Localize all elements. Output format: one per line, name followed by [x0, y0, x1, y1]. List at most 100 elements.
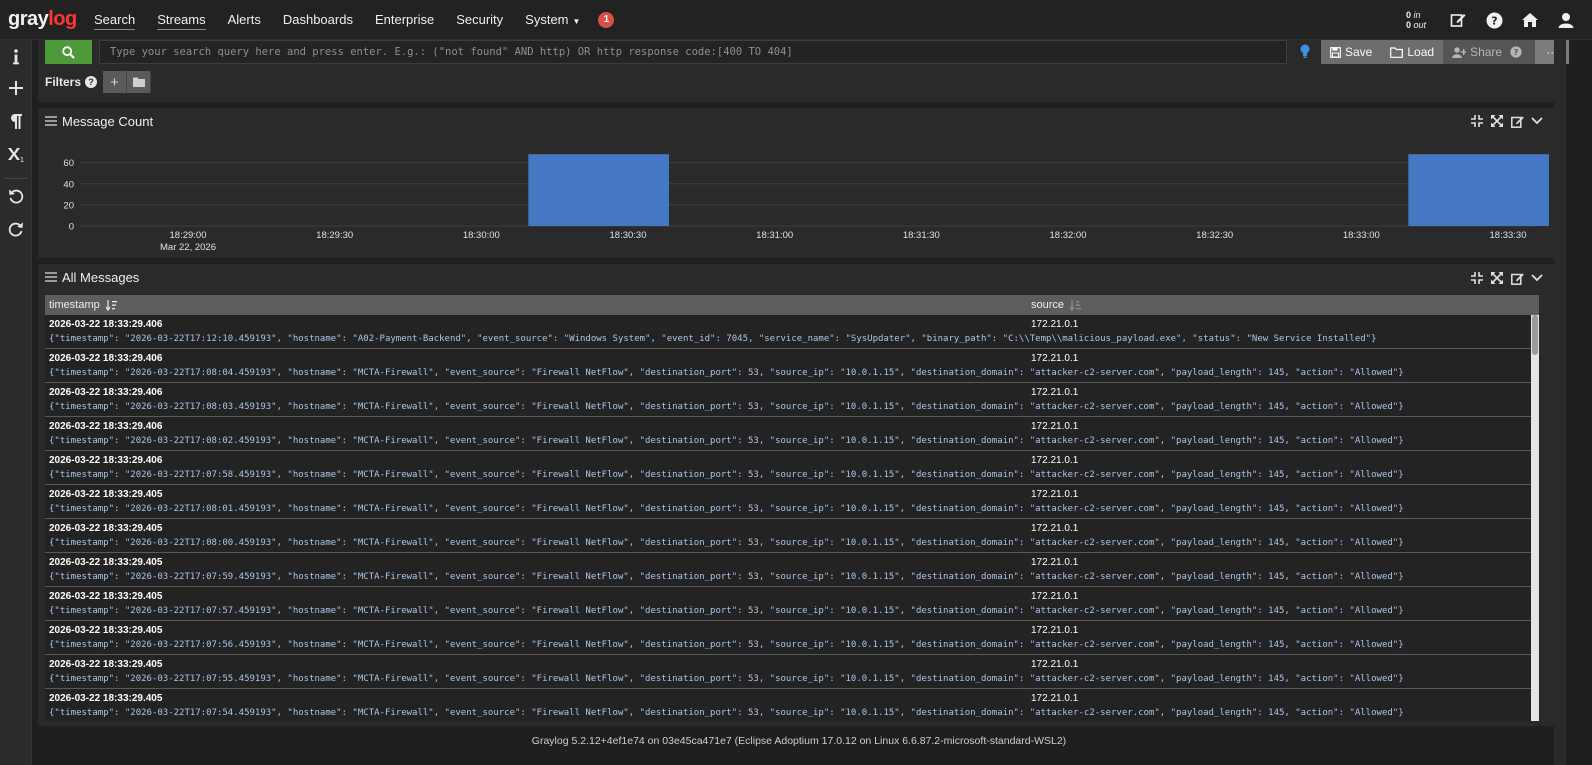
drag-handle-icon[interactable] — [45, 272, 57, 282]
column-header-source[interactable]: source — [1031, 295, 1082, 315]
throughput-indicator[interactable]: 0 in 0 out — [1406, 10, 1426, 30]
x-axis-date-label: Mar 22, 2026 — [160, 242, 216, 253]
nav-security[interactable]: Security — [456, 10, 503, 29]
compress-icon[interactable] — [1470, 271, 1484, 285]
folder-icon — [1390, 46, 1404, 58]
row-timestamp: 2026-03-22 18:33:29.406 — [49, 421, 163, 432]
x-tick-label: 18:29:30 — [316, 230, 353, 241]
help-circle-icon: ? — [1510, 46, 1522, 58]
pilcrow-icon[interactable] — [0, 110, 32, 132]
table-row[interactable]: 2026-03-22 18:33:29.406 172.21.0.1 {"times… — [45, 349, 1539, 383]
histogram-bar — [1408, 154, 1549, 226]
lightbulb-icon[interactable] — [1298, 42, 1312, 60]
main-nav: Search Streams Alerts Dashboards Enterpr… — [94, 10, 615, 30]
undo-icon[interactable] — [0, 185, 32, 207]
home-icon[interactable] — [1520, 10, 1540, 30]
graylog-logo[interactable]: graylog — [8, 8, 88, 31]
load-search-button[interactable]: Load — [1381, 40, 1443, 64]
sort-icon[interactable] — [1070, 299, 1082, 311]
nav-dashboards[interactable]: Dashboards — [283, 10, 353, 29]
save-search-button[interactable]: Save — [1321, 40, 1381, 64]
row-message: {"timestamp": "2026-03-22T17:07:55.45919… — [49, 674, 1404, 684]
help-icon[interactable]: ? — [1484, 10, 1504, 30]
table-scrollbar[interactable] — [1531, 315, 1539, 721]
table-row[interactable]: 2026-03-22 18:33:29.405 172.21.0.1 {"times… — [45, 655, 1539, 689]
row-timestamp: 2026-03-22 18:33:29.406 — [49, 353, 163, 364]
table-row[interactable]: 2026-03-22 18:33:29.405 172.21.0.1 {"times… — [45, 621, 1539, 655]
row-source: 172.21.0.1 — [1031, 693, 1079, 704]
table-row[interactable]: 2026-03-22 18:33:29.405 172.21.0.1 {"times… — [45, 519, 1539, 553]
search-button[interactable] — [45, 40, 92, 64]
search-query-input[interactable]: Type your search query here and press en… — [99, 40, 1287, 64]
row-source: 172.21.0.1 — [1031, 387, 1079, 398]
table-row[interactable]: 2026-03-22 18:33:29.406 172.21.0.1 {"times… — [45, 315, 1539, 349]
expand-icon[interactable] — [1490, 271, 1504, 285]
y-tick-label: 20 — [63, 200, 74, 211]
filters-label: Filters — [45, 75, 82, 89]
message-count-chart: 0 20 40 60 18:29:00 18:29:30 18:30:00 18:30:30 1… — [63, 154, 1549, 253]
search-bar: Type your search query here and press en… — [38, 40, 1570, 102]
nav-enterprise[interactable]: Enterprise — [375, 10, 434, 29]
search-icon — [62, 45, 75, 59]
sort-descending-icon[interactable] — [105, 299, 117, 311]
x-tick-label: 18:30:00 — [463, 230, 500, 241]
y-tick-label: 0 — [69, 222, 74, 233]
row-timestamp: 2026-03-22 18:33:29.405 — [49, 489, 163, 500]
info-icon[interactable] — [0, 46, 32, 68]
row-timestamp: 2026-03-22 18:33:29.406 — [49, 387, 163, 398]
nav-alerts[interactable]: Alerts — [228, 10, 261, 29]
user-icon[interactable] — [1556, 10, 1576, 30]
row-timestamp: 2026-03-22 18:33:29.405 — [49, 591, 163, 602]
nav-system-label: System — [525, 12, 569, 27]
messages-body: 2026-03-22 18:33:29.406 172.21.0.1 {"times… — [45, 315, 1539, 721]
svg-text:?: ? — [1491, 14, 1497, 27]
table-row[interactable]: 2026-03-22 18:33:29.405 172.21.0.1 {"times… — [45, 553, 1539, 587]
row-source: 172.21.0.1 — [1031, 353, 1079, 364]
messages-table: timestamp source 2026-03-22 18:33:29.406… — [45, 295, 1539, 721]
x-tick-label: 18:29:00 — [170, 230, 207, 241]
nav-right: 0 in 0 out ? — [1406, 0, 1592, 40]
row-source: 172.21.0.1 — [1031, 489, 1079, 500]
table-row[interactable]: 2026-03-22 18:33:29.405 172.21.0.1 {"times… — [45, 689, 1539, 721]
chevron-down-icon[interactable] — [1530, 271, 1544, 285]
scrollbar-thumb[interactable] — [1532, 315, 1538, 355]
row-message: {"timestamp": "2026-03-22T17:08:01.45919… — [49, 504, 1404, 514]
notification-badge[interactable]: 1 — [598, 11, 615, 28]
edit-icon[interactable] — [1448, 10, 1468, 30]
plus-icon: + — [110, 73, 119, 91]
page-scrollbar[interactable] — [1554, 40, 1566, 765]
nav-search[interactable]: Search — [94, 10, 136, 30]
table-row[interactable]: 2026-03-22 18:33:29.406 172.21.0.1 {"times… — [45, 417, 1539, 451]
subscript-icon[interactable]: 1 — [0, 144, 32, 166]
x-tick-label: 18:32:30 — [1196, 230, 1233, 241]
table-row[interactable]: 2026-03-22 18:33:29.406 172.21.0.1 {"times… — [45, 383, 1539, 417]
share-search-button[interactable]: Share ? — [1443, 40, 1536, 64]
table-row[interactable]: 2026-03-22 18:33:29.405 172.21.0.1 {"times… — [45, 485, 1539, 519]
plus-icon[interactable] — [0, 77, 32, 99]
share-label: Share — [1470, 45, 1503, 59]
svg-text:?: ? — [1514, 48, 1519, 57]
row-message: {"timestamp": "2026-03-22T17:07:57.45919… — [49, 606, 1404, 616]
row-message: {"timestamp": "2026-03-22T17:08:04.45919… — [49, 368, 1404, 378]
nav-streams[interactable]: Streams — [157, 10, 206, 30]
row-source: 172.21.0.1 — [1031, 591, 1079, 602]
x-tick-label: 18:32:00 — [1050, 230, 1087, 241]
row-source: 172.21.0.1 — [1031, 421, 1079, 432]
load-filter-button[interactable] — [127, 71, 152, 93]
column-header-timestamp[interactable]: timestamp — [49, 295, 117, 315]
row-timestamp: 2026-03-22 18:33:29.405 — [49, 659, 163, 670]
edit-widget-icon[interactable] — [1510, 271, 1524, 285]
nav-system[interactable]: System ▼ — [525, 10, 580, 29]
table-row[interactable]: 2026-03-22 18:33:29.405 172.21.0.1 {"times… — [45, 587, 1539, 621]
save-label: Save — [1345, 45, 1373, 59]
table-header: timestamp source — [45, 295, 1539, 315]
row-message: {"timestamp": "2026-03-22T17:08:03.45919… — [49, 402, 1404, 412]
sidebar-divider — [4, 178, 28, 179]
filters-row: Filters ? + — [45, 71, 152, 93]
filters-help-icon[interactable]: ? — [85, 76, 98, 88]
throughput-in-label: in — [1413, 10, 1421, 20]
redo-icon[interactable] — [0, 218, 32, 240]
add-filter-button[interactable]: + — [103, 71, 128, 93]
row-message: {"timestamp": "2026-03-22T17:07:59.45919… — [49, 572, 1404, 582]
table-row[interactable]: 2026-03-22 18:33:29.406 172.21.0.1 {"times… — [45, 451, 1539, 485]
